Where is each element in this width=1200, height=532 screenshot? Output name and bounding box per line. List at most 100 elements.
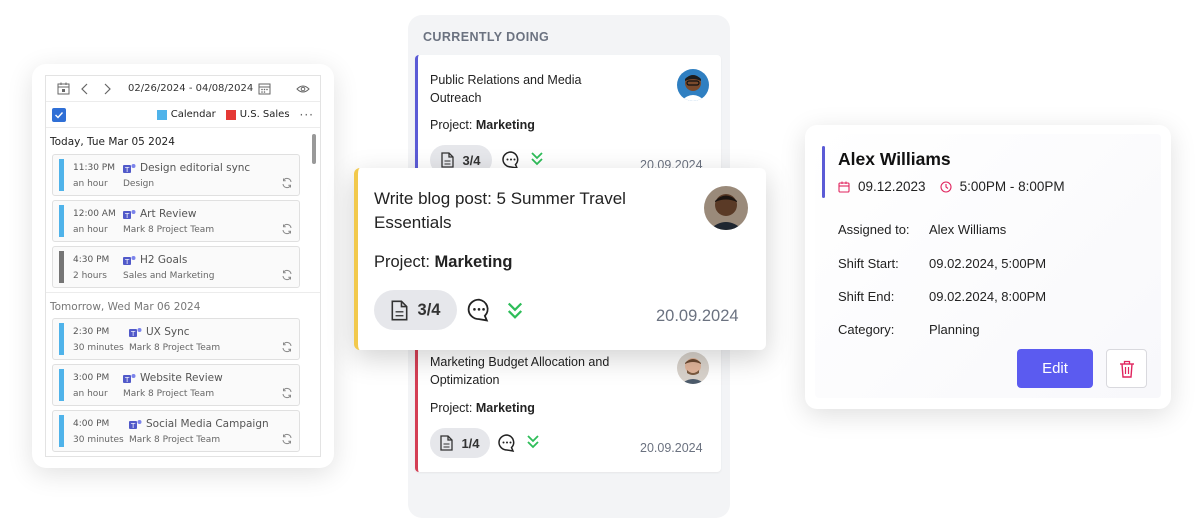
sync-icon: [282, 269, 292, 281]
task-card-dragging[interactable]: Write blog post: 5 Summer Travel Essenti…: [354, 168, 766, 350]
priority-low-icon: [527, 435, 539, 449]
event-item[interactable]: 3:00 PM an hour T Website Review Mark 8 …: [52, 364, 300, 406]
svg-text:T: T: [124, 212, 130, 220]
subtask-progress[interactable]: 3/4: [374, 290, 457, 330]
legend-swatch: [225, 109, 236, 120]
comment-icon[interactable]: [466, 297, 492, 323]
avatar: [677, 69, 709, 101]
priority-low-icon: [507, 302, 523, 319]
sync-icon: [282, 223, 292, 235]
sync-icon: [282, 387, 292, 399]
event-item[interactable]: 12:00 AM an hour T Art Review Mark 8 Pro…: [52, 200, 300, 242]
event-duration: 30 minutes: [73, 435, 124, 445]
sync-icon: [282, 341, 292, 353]
shift-accent-bar: [822, 146, 825, 198]
column-title: CURRENTLY DOING: [423, 30, 550, 44]
event-item[interactable]: 4:30 PM 2 hours T H2 Goals Sales and Mar…: [52, 246, 300, 288]
legend-swatch: [156, 109, 167, 120]
calendar-icon: [838, 181, 850, 193]
scrollbar-thumb[interactable]: [312, 134, 316, 164]
event-time: 4:00 PM: [73, 419, 110, 429]
shift-end-label: Shift End:: [838, 289, 895, 304]
delete-button[interactable]: [1106, 349, 1147, 388]
task-date: 20.09.2024: [656, 307, 739, 325]
document-icon: [391, 300, 408, 320]
svg-text:T: T: [130, 330, 136, 338]
legend-item-us-sales[interactable]: U.S. Sales: [225, 109, 290, 120]
more-options-icon[interactable]: ···: [300, 108, 314, 122]
calendar-agenda: 02/26/2024 - 04/08/2024 Calendar U.S. Sa…: [45, 75, 321, 457]
document-icon: [441, 152, 455, 168]
clock-icon: [940, 180, 952, 193]
event-duration: an hour: [73, 179, 108, 189]
svg-text:T: T: [124, 166, 130, 174]
event-title: T Art Review: [123, 208, 197, 220]
event-time: 2:30 PM: [73, 327, 110, 337]
priority-low-icon: [531, 152, 543, 166]
event-title: T UX Sync: [129, 326, 190, 338]
day-header-today: Today, Tue Mar 05 2024: [50, 136, 175, 148]
sync-icon: [282, 177, 292, 189]
legend-label: Calendar: [170, 109, 216, 120]
task-title: Write blog post: 5 Summer Travel Essenti…: [374, 189, 626, 232]
event-item[interactable]: 4:00 PM 30 minutes T Social Media Campai…: [52, 410, 300, 452]
event-duration: 2 hours: [73, 271, 107, 281]
event-title: T H2 Goals: [123, 254, 188, 266]
date-picker-icon[interactable]: [253, 79, 275, 99]
shift-start-label: Shift Start:: [838, 256, 899, 271]
shift-date-time: 09.12.2023 5:00PM - 8:00PM: [838, 179, 1065, 194]
task-date: 20.09.2024: [640, 441, 703, 455]
date-range: 02/26/2024 - 04/08/2024: [128, 83, 254, 94]
category-label: Category:: [838, 322, 895, 337]
event-time: 3:00 PM: [73, 373, 110, 383]
eye-icon[interactable]: [292, 79, 314, 99]
calendar-today-icon[interactable]: [52, 79, 74, 99]
teams-icon: T: [123, 209, 136, 220]
subtask-progress[interactable]: 1/4: [430, 428, 490, 458]
event-color-bar: [59, 415, 64, 447]
event-item[interactable]: 11:30 PM an hour T Design editorial sync…: [52, 154, 300, 196]
legend-label: U.S. Sales: [239, 109, 290, 120]
teams-icon: T: [129, 327, 142, 338]
comment-icon[interactable]: [497, 433, 517, 453]
event-duration: 30 minutes: [73, 343, 124, 353]
task-card[interactable]: Public Relations and Media Outreach Proj…: [415, 55, 721, 177]
event-organizer: Mark 8 Project Team: [123, 389, 215, 399]
task-project: Project: Marketing: [430, 118, 535, 132]
document-icon: [440, 435, 454, 451]
avatar: [704, 186, 748, 230]
shift-end-value: 09.02.2024, 8:00PM: [929, 289, 1047, 304]
event-duration: an hour: [73, 389, 108, 399]
chevron-right-icon[interactable]: [96, 79, 118, 99]
event-organizer: Design: [123, 179, 155, 189]
comment-icon[interactable]: [501, 150, 521, 170]
event-time: 4:30 PM: [73, 255, 110, 265]
calendar-toolbar: 02/26/2024 - 04/08/2024: [46, 76, 320, 102]
svg-text:T: T: [130, 422, 136, 430]
calendar-filter-bar: Calendar U.S. Sales ···: [46, 102, 320, 128]
assigned-value: Alex Williams: [929, 222, 1007, 237]
legend-item-calendar[interactable]: Calendar: [156, 109, 216, 120]
shift-time: 5:00PM - 8:00PM: [959, 179, 1065, 194]
shift-employee-name: Alex Williams: [838, 149, 951, 169]
select-all-checkbox[interactable]: [52, 107, 66, 122]
teams-icon: T: [129, 419, 142, 430]
event-color-bar: [59, 159, 64, 191]
task-title: Public Relations and Media Outreach: [430, 73, 582, 105]
event-title: T Design editorial sync: [123, 162, 251, 174]
teams-icon: T: [123, 373, 136, 384]
event-color-bar: [59, 323, 64, 355]
event-item[interactable]: 2:30 PM 30 minutes T UX Sync Mark 8 Proj…: [52, 318, 300, 360]
svg-text:T: T: [124, 376, 130, 384]
event-organizer: Sales and Marketing: [123, 271, 215, 281]
task-project: Project: Marketing: [430, 401, 535, 415]
edit-button[interactable]: Edit: [1017, 349, 1093, 388]
task-card[interactable]: Marketing Budget Allocation and Optimiza…: [415, 345, 721, 472]
sync-icon: [282, 433, 292, 445]
event-time: 12:00 AM: [73, 209, 116, 219]
event-organizer: Mark 8 Project Team: [129, 435, 221, 445]
event-color-bar: [59, 251, 64, 283]
task-title: Marketing Budget Allocation and Optimiza…: [430, 355, 610, 387]
chevron-left-icon[interactable]: [74, 79, 96, 99]
trash-icon: [1119, 360, 1134, 378]
